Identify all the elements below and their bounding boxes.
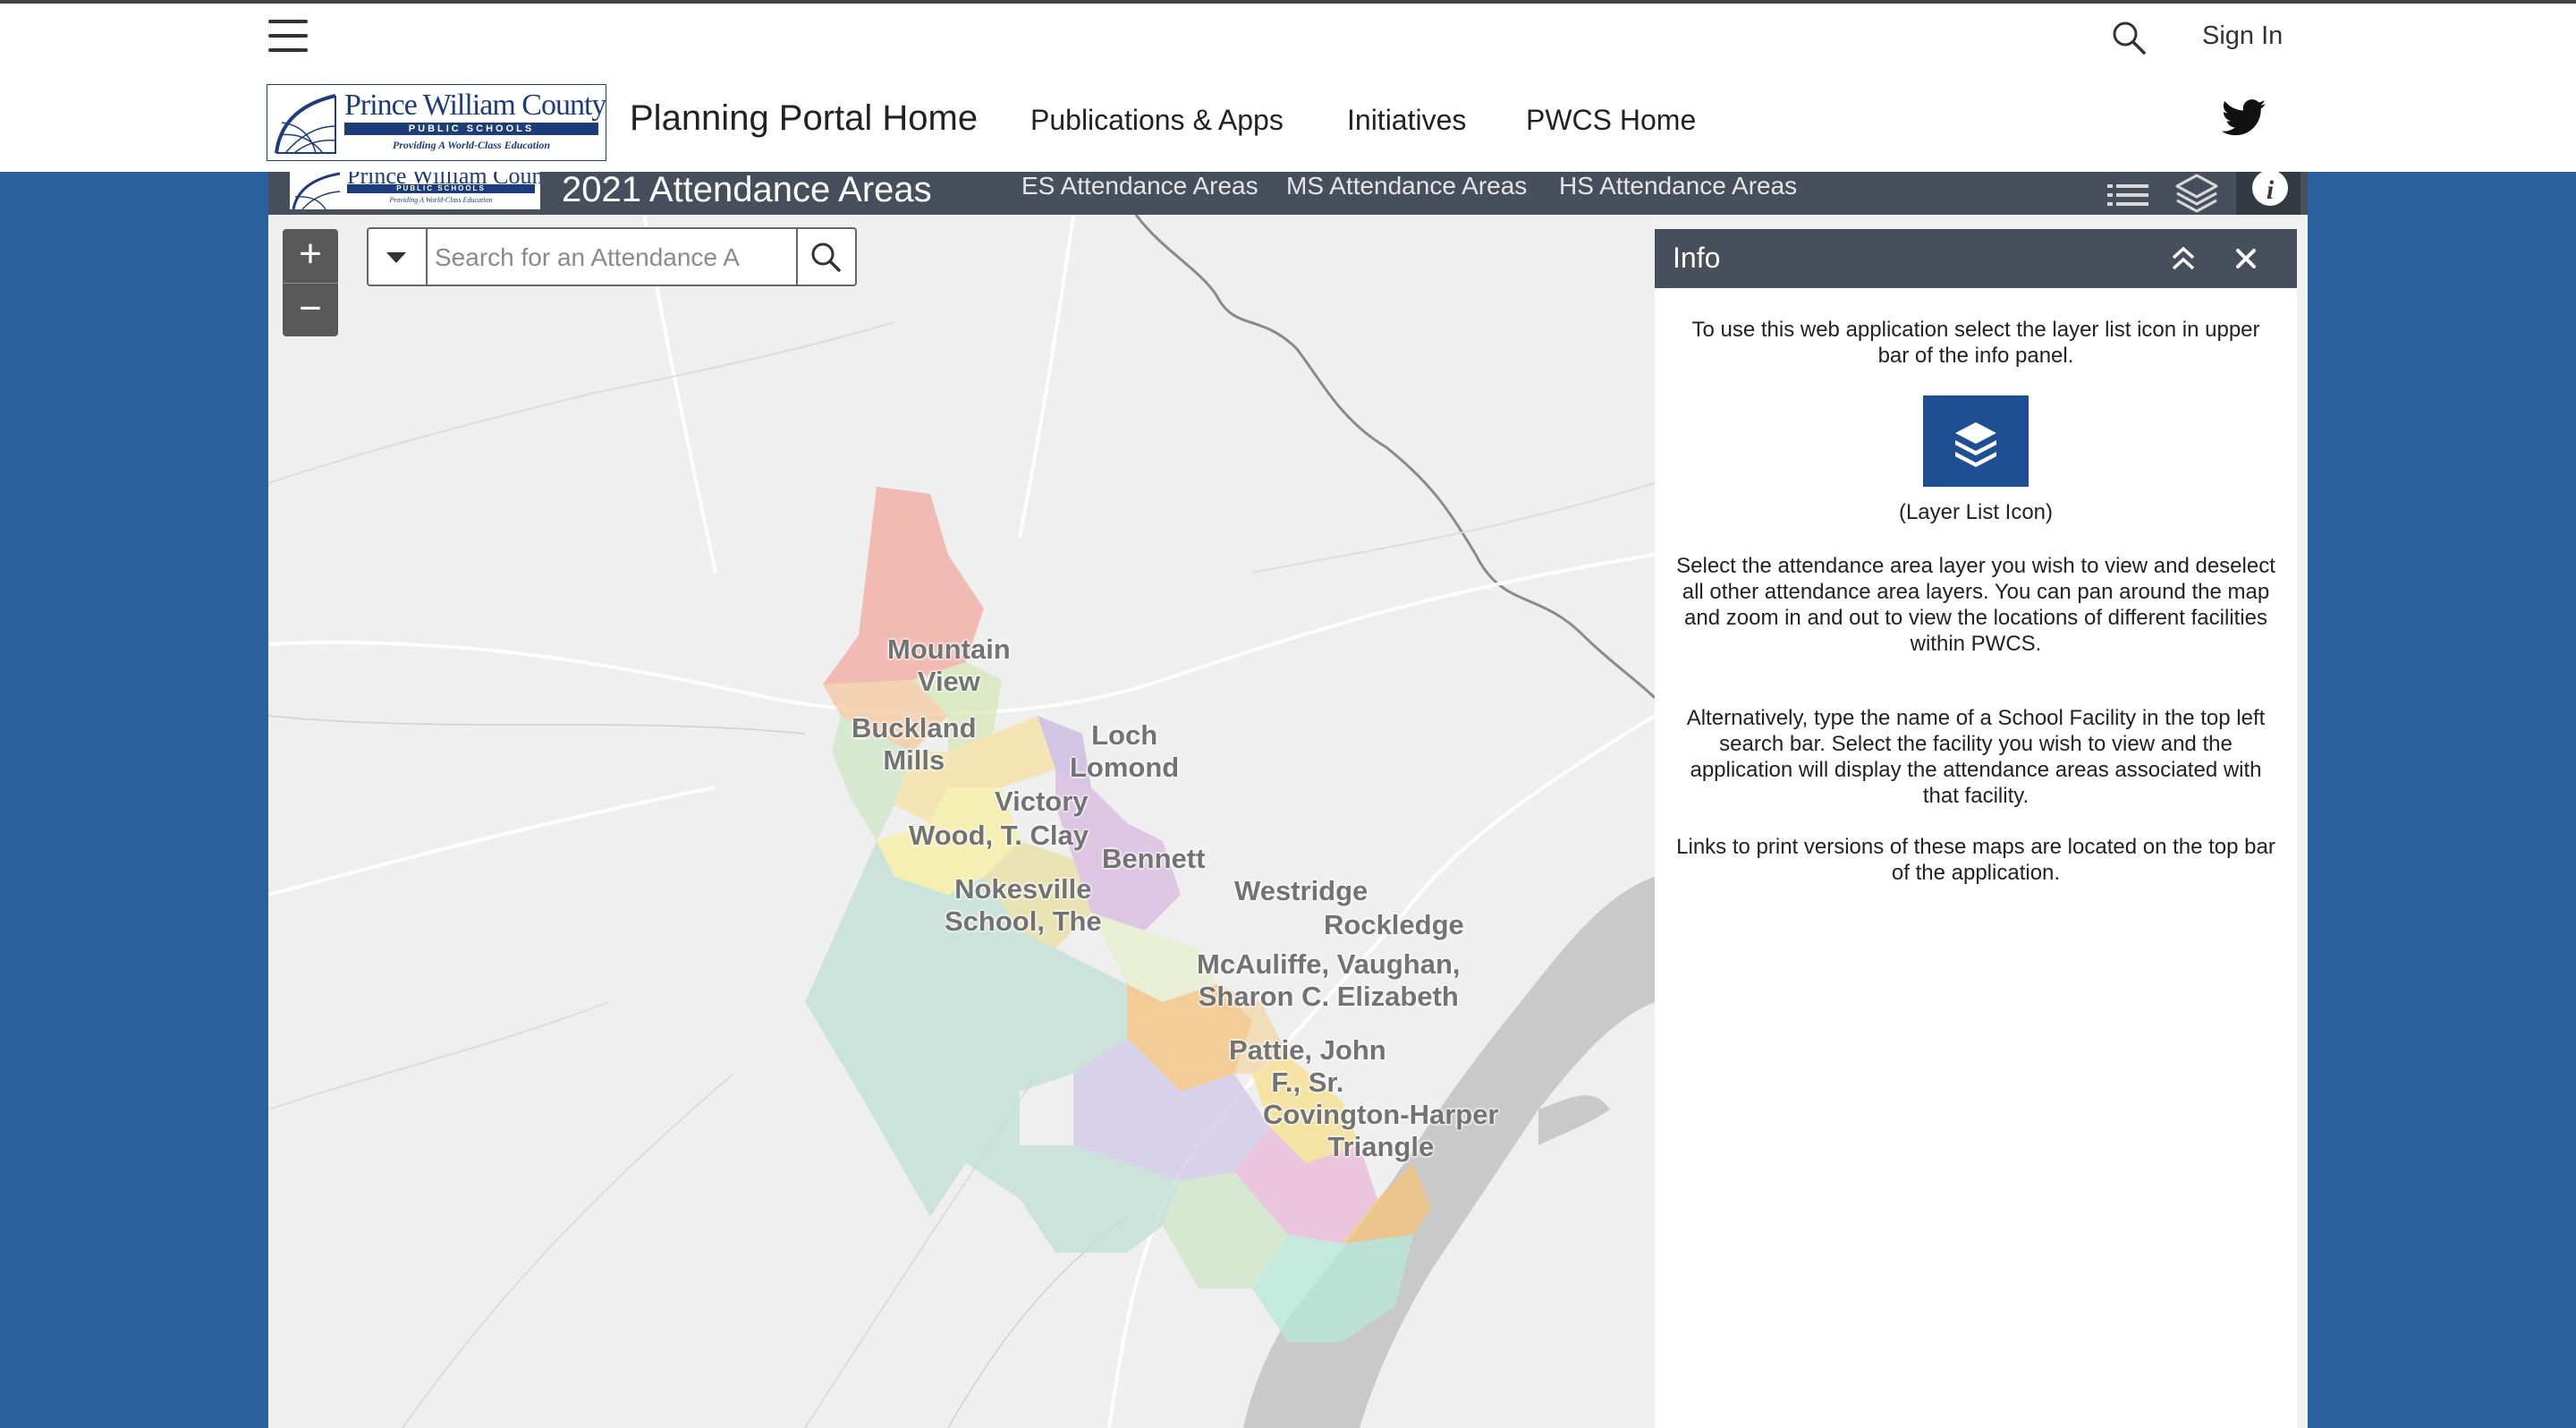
logo-tagline: Providing A World-Class Education: [392, 139, 551, 151]
info-tab[interactable]: i: [2236, 172, 2301, 215]
sign-in-link[interactable]: Sign In: [2202, 21, 2283, 51]
map-label-wood-t-clay: Wood, T. Clay: [909, 820, 1089, 851]
web-app-frame: Prince William County PUBLIC SCHOOLS Pro…: [268, 172, 2308, 1428]
info-paragraph-4: Links to print versions of these maps ar…: [1676, 835, 2275, 885]
es-attendance-areas-link[interactable]: ES Attendance Areas: [1021, 172, 1258, 200]
map-label-nokesville-school: Nokesville School, The: [945, 873, 1102, 937]
map-label-mcauliffe-vaughan: McAuliffe, Vaughan, Sharon C. Elizabeth: [1197, 948, 1461, 1012]
hamburger-menu-icon[interactable]: [268, 20, 308, 55]
site-header: Sign In Prince William County PUBLIC SCH…: [0, 0, 2576, 172]
nav-initiatives[interactable]: Initiatives: [1347, 104, 1466, 137]
search-source-dropdown[interactable]: [369, 229, 428, 285]
map-label-covington-harper-triangle: Covington-Harper Triangle: [1263, 1099, 1499, 1162]
map-view[interactable]: + − MountainView BucklandMills LochLomon…: [268, 215, 1655, 1428]
twitter-icon[interactable]: [2222, 98, 2267, 138]
map-label-loch-lomond: Loch Lomond: [1070, 719, 1180, 783]
nav-planning-portal-home[interactable]: Planning Portal Home: [630, 98, 978, 139]
app-title: 2021 Attendance Areas: [562, 172, 932, 209]
app-header-bar: Prince William County PUBLIC SCHOOLS Pro…: [268, 172, 2308, 215]
ms-attendance-areas-link[interactable]: MS Attendance Areas: [1286, 172, 1527, 200]
app-logo: Prince William County PUBLIC SCHOOLS Pro…: [290, 172, 540, 209]
map-label-westridge: Westridge: [1234, 875, 1368, 906]
info-panel: Info To use this web application select …: [1655, 229, 2297, 1428]
layers-icon[interactable]: [2165, 172, 2229, 215]
map-label-mountain-view: Mountain View: [887, 633, 1011, 697]
nav-publications-apps[interactable]: Publications & Apps: [1030, 104, 1284, 137]
map-label-bennett: Bennett: [1102, 843, 1206, 874]
collapse-icon[interactable]: [2168, 243, 2199, 274]
layer-list-icon-caption: (Layer List Icon): [1898, 500, 2054, 524]
zoom-control: + −: [283, 229, 338, 336]
search-icon: [811, 242, 841, 272]
map-label-victory: Victory: [995, 786, 1089, 817]
svg-text:i: i: [2267, 175, 2275, 205]
info-icon: i: [2252, 172, 2288, 206]
attendance-search: [367, 227, 857, 286]
info-paragraph-2: Select the attendance area layer you wis…: [1676, 554, 2275, 656]
info-panel-header: Info: [1655, 229, 2297, 288]
layers-icon: [1955, 422, 1996, 467]
hs-attendance-areas-link[interactable]: HS Attendance Areas: [1559, 172, 1797, 200]
search-input[interactable]: [433, 236, 794, 279]
info-paragraph-3: Alternatively, type the name of a School…: [1686, 706, 2266, 808]
page-background: [0, 172, 268, 1428]
legend-list-icon[interactable]: [2095, 172, 2159, 215]
zoom-out-button[interactable]: −: [283, 284, 338, 337]
chevron-down-icon: [386, 252, 406, 263]
map-label-rockledge: Rockledge: [1324, 909, 1464, 940]
app-logo-subtitle: PUBLIC SCHOOLS: [347, 184, 535, 193]
logo-name: Prince William County: [344, 89, 606, 122]
globe-logo-icon: [292, 172, 340, 209]
map-label-pattie-john: Pattie, John F., Sr.: [1229, 1034, 1386, 1098]
logo-subtitle: PUBLIC SCHOOLS: [344, 123, 598, 135]
map-label-buckland-mills: Buckland Mills: [852, 712, 977, 776]
info-panel-title: Info: [1673, 242, 1721, 274]
nav-pwcs-home[interactable]: PWCS Home: [1526, 104, 1696, 137]
globe-logo-icon: [273, 90, 337, 155]
search-icon[interactable]: [2111, 20, 2147, 55]
pwcs-logo[interactable]: Prince William County PUBLIC SCHOOLS Pro…: [267, 84, 606, 161]
search-button[interactable]: [796, 229, 855, 285]
info-paragraph-1: To use this web application select the l…: [1691, 318, 2260, 368]
layer-list-icon: [1923, 395, 2029, 487]
zoom-in-button[interactable]: +: [283, 229, 338, 283]
close-icon[interactable]: [2231, 243, 2261, 274]
app-logo-tagline: Providing A World-Class Education: [389, 196, 493, 204]
